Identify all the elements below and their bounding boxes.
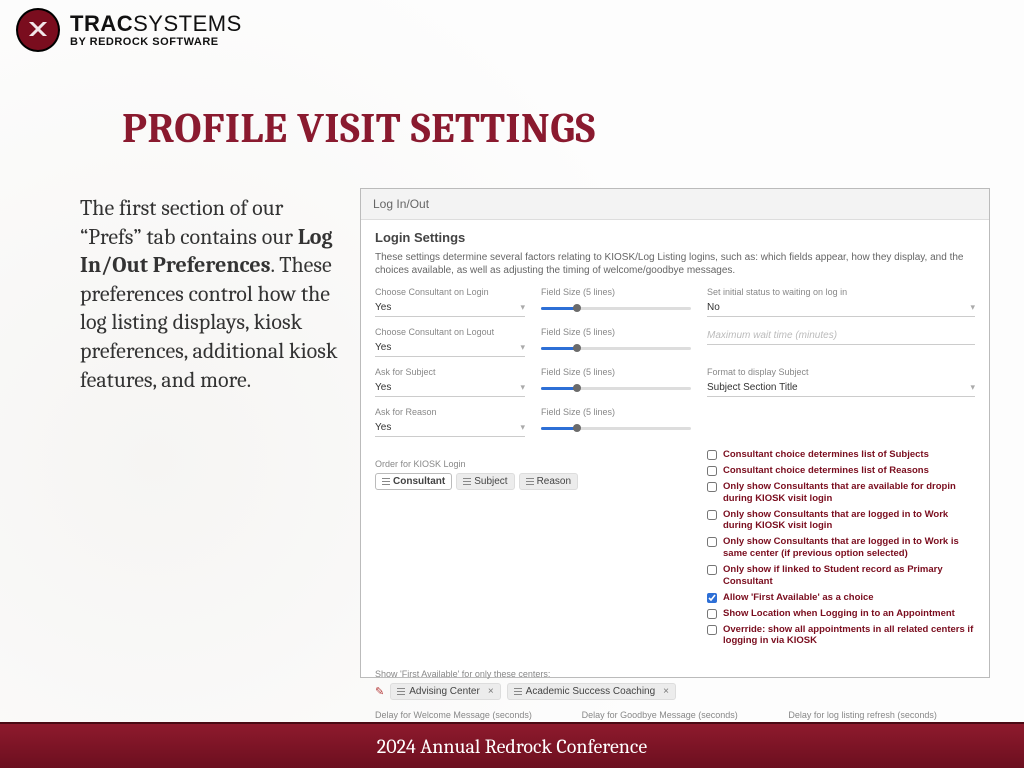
close-icon[interactable]: × xyxy=(663,686,669,697)
slider-1[interactable] xyxy=(541,339,691,357)
section-description: These settings determine several factors… xyxy=(375,251,975,277)
checkbox-4[interactable]: Only show Consultants that are logged in… xyxy=(707,536,975,560)
chevron-down-icon: ▾ xyxy=(520,382,525,393)
checkbox-5[interactable]: Only show if linked to Student record as… xyxy=(707,564,975,588)
footer-text: 2024 Annual Redrock Conference xyxy=(377,735,647,758)
chevron-down-icon: ▾ xyxy=(520,422,525,433)
slider-3[interactable] xyxy=(541,419,691,437)
checkbox-6[interactable]: Allow 'First Available' as a choice xyxy=(707,592,975,604)
chevron-down-icon: ▾ xyxy=(970,302,975,313)
checkbox-input-1[interactable] xyxy=(707,466,717,476)
checkbox-input-2[interactable] xyxy=(707,482,717,492)
checkbox-7[interactable]: Show Location when Logging in to an Appo… xyxy=(707,608,975,620)
chevron-down-icon: ▾ xyxy=(520,342,525,353)
checkbox-3[interactable]: Only show Consultants that are logged in… xyxy=(707,509,975,533)
select-0-right[interactable]: No▾ xyxy=(707,299,975,317)
center-tag-0[interactable]: Advising Center× xyxy=(390,683,500,700)
centers-label: Show 'First Available' for only these ce… xyxy=(375,669,975,679)
description-paragraph: The first section of our “Prefs” tab con… xyxy=(80,194,345,394)
select-1-right[interactable]: Maximum wait time (minutes) xyxy=(707,327,975,345)
order-chip-reason[interactable]: Reason xyxy=(519,473,578,490)
checkbox-0[interactable]: Consultant choice determines list of Sub… xyxy=(707,449,975,461)
checkbox-input-4[interactable] xyxy=(707,537,717,547)
order-chip-consultant[interactable]: Consultant xyxy=(375,473,452,490)
order-chip-subject[interactable]: Subject xyxy=(456,473,514,490)
logo-line1b: SYSTEMS xyxy=(133,11,242,36)
section-title: Login Settings xyxy=(375,230,975,245)
select-3-left[interactable]: Yes▾ xyxy=(375,419,525,437)
checkbox-input-7[interactable] xyxy=(707,609,717,619)
checkbox-input-5[interactable] xyxy=(707,565,717,575)
logo-line1a: TRAC xyxy=(70,11,133,36)
panel-header: Log In/Out xyxy=(361,189,989,220)
drag-icon xyxy=(463,478,471,486)
select-1-left[interactable]: Yes▾ xyxy=(375,339,525,357)
select-0-left[interactable]: Yes▾ xyxy=(375,299,525,317)
settings-panel: Log In/Out Login Settings These settings… xyxy=(360,188,990,678)
close-icon[interactable]: × xyxy=(488,686,494,697)
slider-2[interactable] xyxy=(541,379,691,397)
select-2-right[interactable]: Subject Section Title▾ xyxy=(707,379,975,397)
checkbox-2[interactable]: Only show Consultants that are available… xyxy=(707,481,975,505)
slider-0[interactable] xyxy=(541,299,691,317)
footer-bar: 2024 Annual Redrock Conference xyxy=(0,724,1024,768)
drag-icon xyxy=(514,688,522,696)
drag-icon xyxy=(382,478,390,486)
checkbox-input-8[interactable] xyxy=(707,625,717,635)
chevron-down-icon: ▾ xyxy=(970,382,975,393)
chevron-down-icon: ▾ xyxy=(520,302,525,313)
drag-icon xyxy=(526,478,534,486)
checkbox-8[interactable]: Override: show all appointments in all r… xyxy=(707,624,975,648)
page-title: PROFILE VISIT SETTINGS xyxy=(122,104,596,153)
select-2-left[interactable]: Yes▾ xyxy=(375,379,525,397)
logo: TRACSYSTEMS BY REDROCK SOFTWARE xyxy=(16,8,242,52)
edit-icon[interactable]: ✎ xyxy=(375,685,384,698)
logo-line2: BY REDROCK SOFTWARE xyxy=(70,37,242,48)
checkbox-input-3[interactable] xyxy=(707,510,717,520)
center-tag-1[interactable]: Academic Success Coaching× xyxy=(507,683,676,700)
checkbox-input-6[interactable] xyxy=(707,593,717,603)
drag-icon xyxy=(397,688,405,696)
logo-icon xyxy=(16,8,60,52)
checkbox-1[interactable]: Consultant choice determines list of Rea… xyxy=(707,465,975,477)
checkbox-input-0[interactable] xyxy=(707,450,717,460)
